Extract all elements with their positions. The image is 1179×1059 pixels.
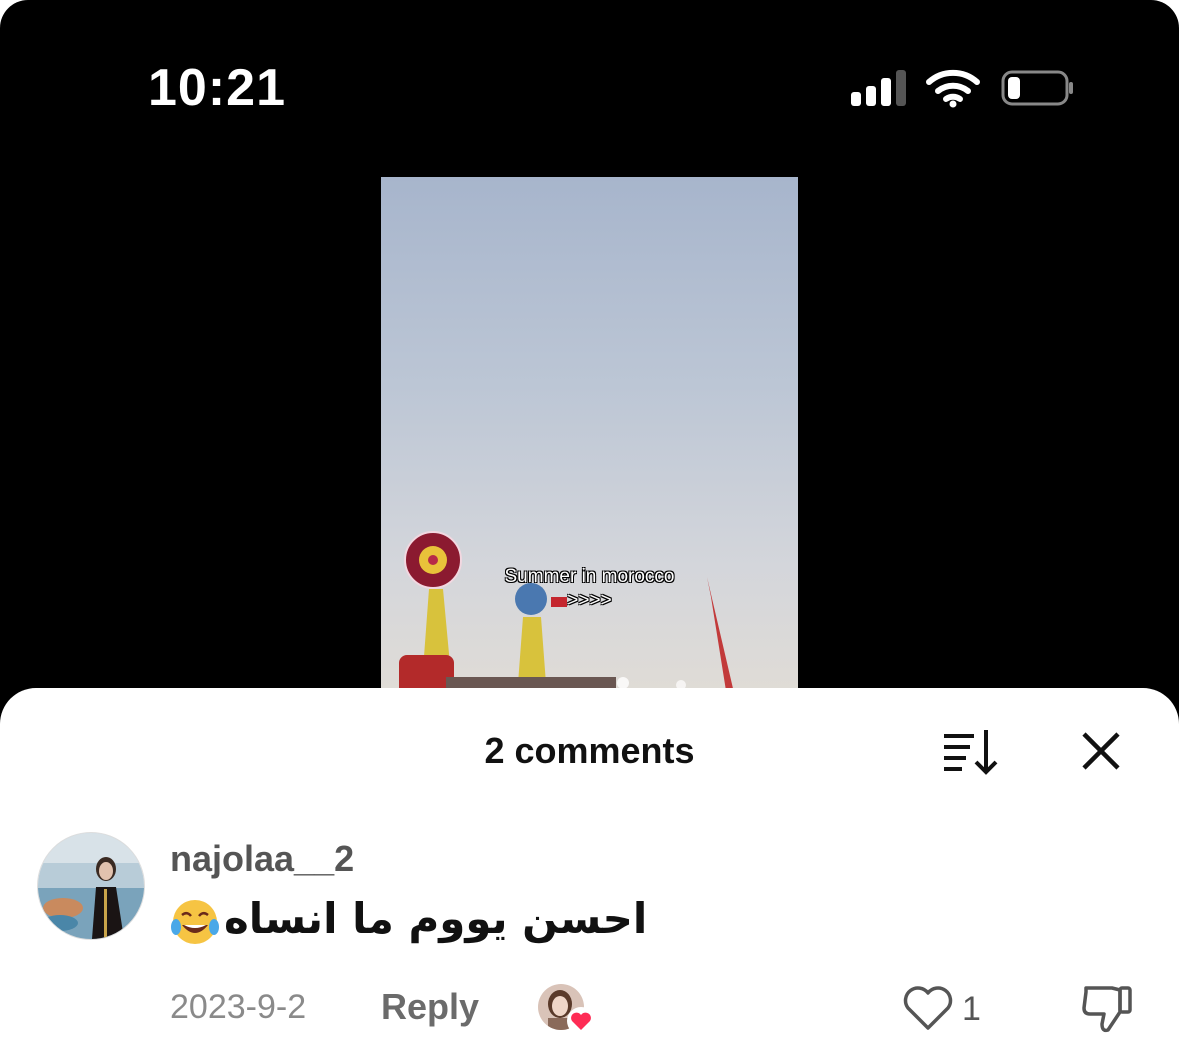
status-time: 10:21: [148, 59, 286, 117]
comments-sheet: 2 comments najolaa__2 احسن يووم ما انساه…: [0, 688, 1179, 1059]
video-caption-overlay: Summer in morocco >>>>: [381, 565, 798, 613]
comment-username[interactable]: najolaa__2: [170, 838, 354, 880]
close-icon[interactable]: [1078, 728, 1124, 774]
heart-icon[interactable]: [902, 984, 954, 1032]
comment-date: 2023-9-2: [170, 988, 307, 1026]
reply-button[interactable]: Reply: [381, 986, 479, 1028]
dislike-icon[interactable]: [1080, 982, 1134, 1034]
video-area: 10:21 Summer in morocco >>>>: [0, 0, 1179, 760]
fairground-rides-image: [399, 531, 735, 697]
like-count: 1: [962, 990, 981, 1028]
comment-body: احسن يووم ما انساه: [170, 894, 647, 947]
sort-icon[interactable]: [940, 726, 998, 776]
laughing-tears-emoji-icon: [171, 899, 219, 944]
video-player[interactable]: Summer in morocco >>>>: [381, 177, 798, 697]
cellular-signal-icon: [851, 68, 911, 108]
overlay-line-2: >>>>: [567, 590, 612, 611]
comments-count-title: 2 comments: [484, 730, 695, 771]
battery-icon: [1001, 70, 1073, 106]
wifi-icon: [926, 69, 980, 108]
overlay-line-1: Summer in morocco: [504, 566, 675, 587]
creator-liked-heart-icon: [567, 1007, 595, 1035]
commenter-avatar[interactable]: [37, 832, 145, 940]
comment-text: احسن يووم ما انساه: [224, 894, 648, 943]
